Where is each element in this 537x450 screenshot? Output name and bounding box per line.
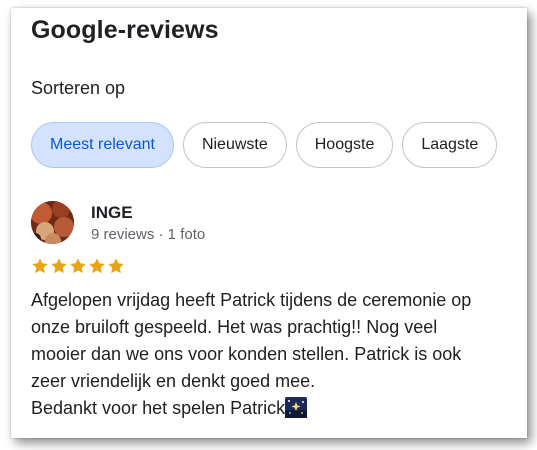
star-icon: [108, 258, 124, 274]
review-text: Afgelopen vrijdag heeft Patrick tijdens …: [31, 287, 521, 422]
star-icon: [70, 258, 86, 274]
review-text-line: zeer vriendelijk en denkt goed mee.: [31, 371, 316, 391]
star-icon: [89, 258, 105, 274]
panel-title: Google-reviews: [31, 16, 219, 44]
review-meta: 9 reviews · 1 foto: [91, 226, 206, 243]
rating-stars: [31, 257, 125, 275]
sort-chip-lowest[interactable]: Laagste: [402, 122, 498, 168]
sort-chip-most-relevant[interactable]: Meest relevant: [31, 122, 174, 168]
star-icon: [32, 258, 48, 274]
sort-chip-highest[interactable]: Hoogste: [295, 122, 394, 168]
sort-label: Sorteren op: [31, 78, 126, 98]
review-text-line: mooier dan we ons voor konden stellen. P…: [31, 344, 462, 364]
reviews-panel: Google-reviews Sorteren op Meest relevan…: [11, 8, 527, 438]
review-text-line: Afgelopen vrijdag heeft Patrick tijdens …: [31, 290, 472, 310]
night-sky-sparkle-icon: [285, 397, 308, 418]
avatar[interactable]: [31, 201, 74, 244]
avatar-photo-icon: [31, 201, 74, 244]
review-text-line: Bedankt voor het spelen Patrick: [31, 398, 286, 418]
review-author[interactable]: INGE: [91, 203, 133, 223]
review-text-line: onze bruiloft gespeeld. Het was prachtig…: [31, 317, 438, 337]
star-icon: [51, 258, 67, 274]
sort-chips: Meest relevant Nieuwste Hoogste Laagste: [31, 122, 498, 168]
sort-chip-newest[interactable]: Nieuwste: [182, 122, 287, 168]
review-text-line-last: Bedankt voor het spelen Patrick: [31, 395, 521, 422]
